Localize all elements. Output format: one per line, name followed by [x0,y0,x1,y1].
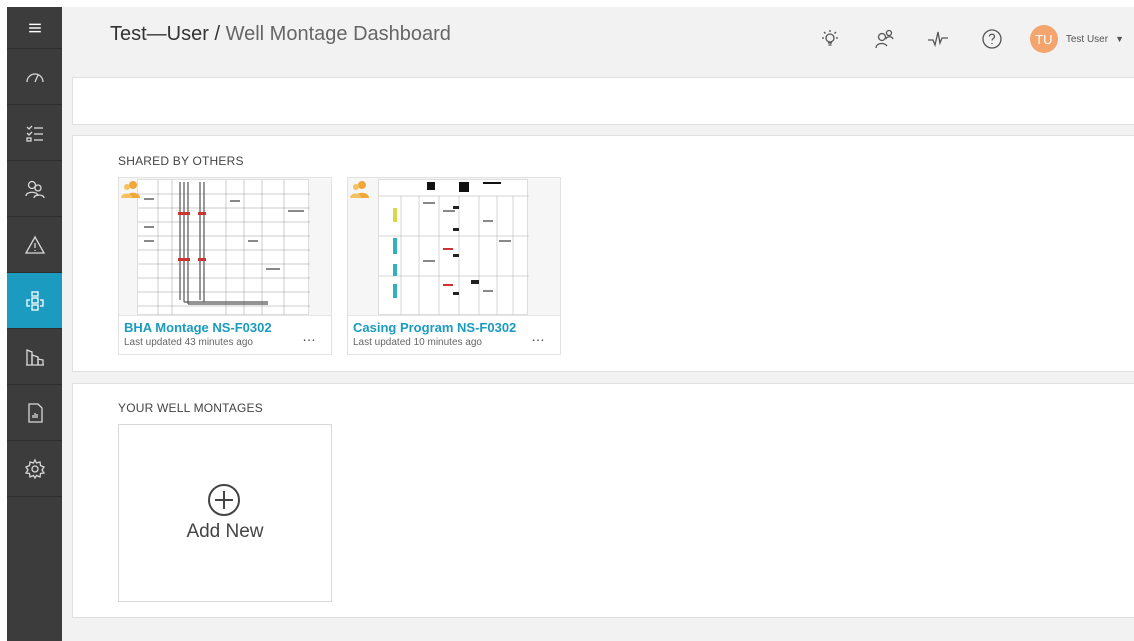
section-title-yours: YOUR WELL MONTAGES [118,401,263,415]
montage-thumbnail [348,178,560,316]
sidebar-item-well-montage[interactable] [7,273,62,329]
user-name[interactable]: Test User [1066,34,1108,45]
well-montage-icon [25,290,44,311]
header: Test—User / Well Montage Dashboard TU Te… [62,7,1134,69]
breadcrumb-separator: / [214,23,221,45]
sidebar-item-reports[interactable] [7,385,62,441]
card-updated: Last updated 10 minutes ago [353,337,482,348]
help-button[interactable] [978,25,1006,53]
main-area: Test—User / Well Montage Dashboard TU Te… [62,7,1134,641]
breadcrumb-org[interactable]: Test—User [110,23,209,45]
sidebar-item-users[interactable] [7,161,62,217]
filter-bar-panel [72,77,1134,125]
section-title-shared: SHARED BY OTHERS [118,154,244,168]
lightbulb-button[interactable] [816,25,844,53]
montage-card[interactable]: BHA Montage NS-F0302 Last updated 43 min… [118,177,332,355]
activity-icon [927,31,948,48]
sidebar-item-dashboard[interactable] [7,49,62,105]
avatar[interactable]: TU [1029,25,1058,53]
shared-user-icon [121,181,140,198]
shared-user-icon [350,181,369,198]
user-share-button[interactable] [870,25,898,53]
montage-thumbnail [119,178,331,316]
menu-icon [28,23,41,32]
lightbulb-icon [821,30,838,46]
help-icon [982,29,1002,49]
sidebar-item-settings[interactable] [7,441,62,497]
card-title[interactable]: BHA Montage NS-F0302 [124,320,272,335]
card-title[interactable]: Casing Program NS-F0302 [353,320,516,335]
menu-button[interactable] [7,7,62,49]
sidebar-item-assets[interactable] [7,329,62,385]
document-preview-image [379,182,529,315]
document-preview-image [138,180,310,315]
page-title: Well Montage Dashboard [225,23,451,45]
add-new-label: Add New [186,521,264,542]
sidebar-item-alerts[interactable] [7,217,62,273]
more-options-button[interactable]: … [531,328,546,344]
buildings-icon [25,348,44,366]
header-actions: TU Test User ▼ [790,21,1134,57]
montage-card[interactable]: Casing Program NS-F0302 Last updated 10 … [347,177,561,355]
add-new-card[interactable]: Add New [118,424,332,602]
document-preview [378,179,529,315]
dashboard-gauge-icon [25,72,44,82]
settings-icon [24,458,45,479]
sidebar-item-checklist[interactable] [7,105,62,161]
activity-button[interactable] [924,25,952,53]
document-preview [137,179,310,315]
checklist-icon [25,125,43,142]
chevron-down-icon[interactable]: ▼ [1115,34,1124,44]
user-share-icon [875,29,894,49]
report-icon [27,402,43,423]
shared-section: SHARED BY OTHERS BHA Montage NS-F0302 La… [72,135,1134,372]
warning-icon [24,235,45,254]
more-options-button[interactable]: … [302,328,317,344]
breadcrumb: Test—User / Well Montage Dashboard [110,23,451,46]
app-frame: Test—User / Well Montage Dashboard TU Te… [0,0,1134,641]
your-montages-section: YOUR WELL MONTAGES Add New [72,383,1134,618]
plus-circle-icon [208,484,240,516]
card-updated: Last updated 43 minutes ago [124,337,253,348]
sidebar [7,7,62,641]
users-icon [24,180,45,198]
